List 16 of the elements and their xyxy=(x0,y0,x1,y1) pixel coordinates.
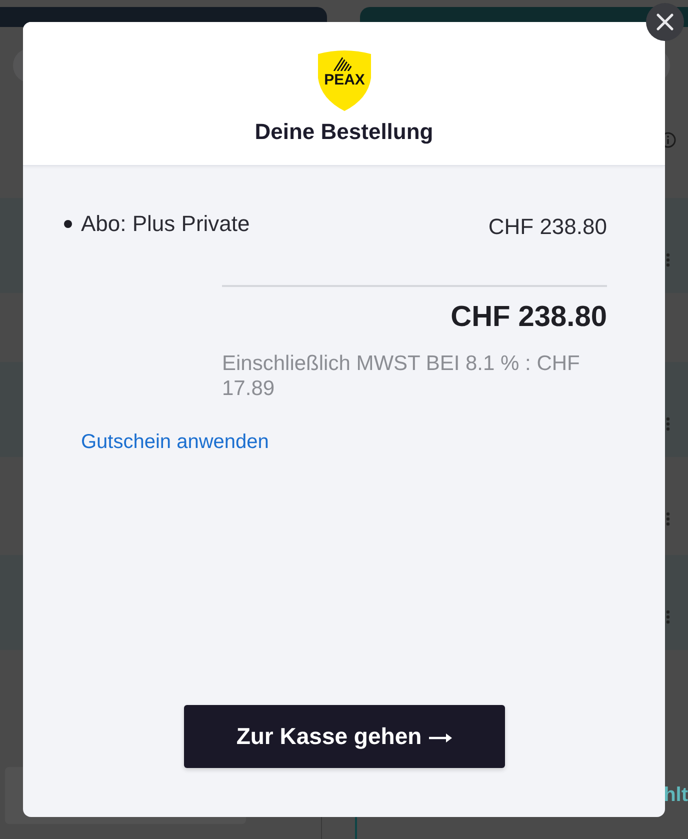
bullet-icon xyxy=(64,220,72,228)
kebab-menu-icon[interactable] xyxy=(666,253,670,267)
kebab-menu-icon[interactable] xyxy=(666,512,670,526)
order-total: CHF 238.80 xyxy=(450,300,607,334)
kebab-menu-icon[interactable] xyxy=(666,610,670,624)
brand-logo: PEAX xyxy=(316,48,372,112)
order-item-name: Abo: Plus Private xyxy=(81,210,250,238)
tax-note: Einschließlich MWST BEI 8.1 % : CHF 17.89 xyxy=(222,351,581,401)
close-icon xyxy=(656,13,674,31)
kebab-menu-icon[interactable] xyxy=(666,417,670,431)
coupon-link[interactable]: Gutschein anwenden xyxy=(81,431,269,453)
background-text: hlt xyxy=(664,785,688,805)
order-item-price: CHF 238.80 xyxy=(488,213,607,241)
dialog-title: Deine Bestellung xyxy=(254,118,434,146)
arrow-icon xyxy=(428,732,452,744)
checkout-button[interactable]: Zur Kasse gehen xyxy=(184,705,504,768)
